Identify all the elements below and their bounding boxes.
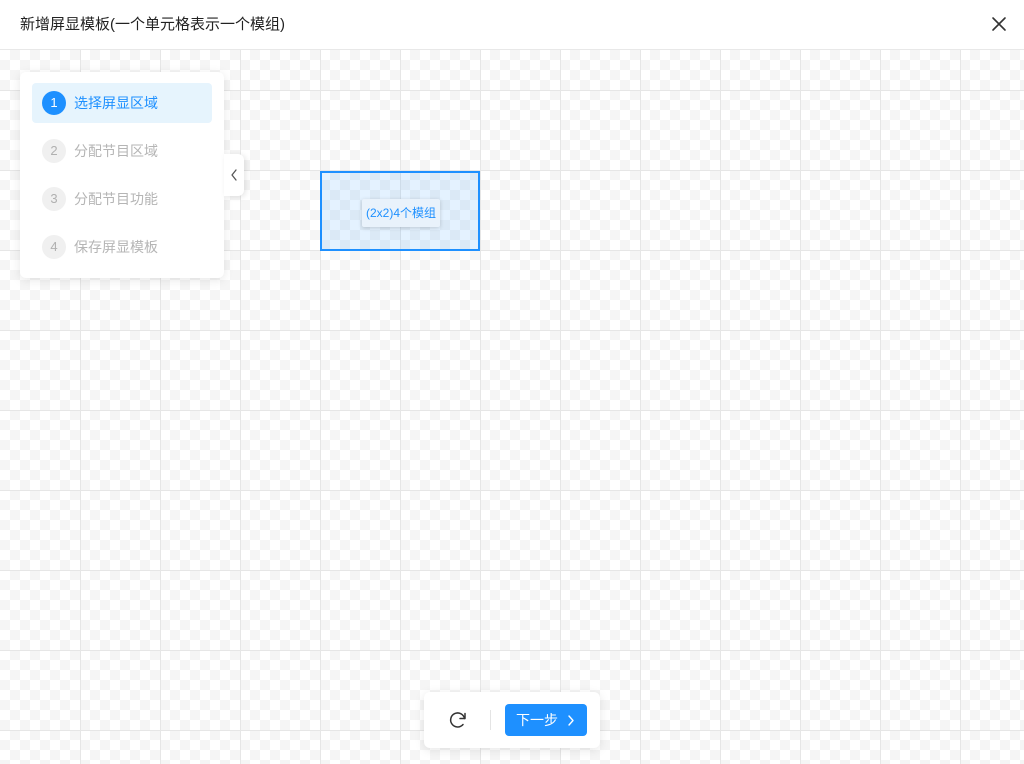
next-step-button[interactable]: 下一步 — [505, 704, 587, 736]
module-grid-canvas[interactable]: (2x2)4个模组 1 选择屏显区域 2 分配节目区域 3 分配节目功能 4 保… — [0, 50, 1024, 764]
step-number: 1 — [42, 91, 66, 115]
steps-panel: 1 选择屏显区域 2 分配节目区域 3 分配节目功能 4 保存屏显模板 — [20, 72, 224, 278]
step-label: 分配节目区域 — [74, 143, 158, 159]
reset-button[interactable] — [446, 708, 470, 732]
dialog-header: 新增屏显模板(一个单元格表示一个模组) — [0, 0, 1024, 50]
next-step-label: 下一步 — [516, 712, 558, 728]
step-assign-program-function[interactable]: 3 分配节目功能 — [32, 179, 212, 219]
toolbar-divider — [490, 710, 491, 730]
step-number: 4 — [42, 235, 66, 259]
step-number: 3 — [42, 187, 66, 211]
step-label: 选择屏显区域 — [74, 95, 158, 111]
step-label: 分配节目功能 — [74, 191, 158, 207]
refresh-icon — [449, 712, 466, 728]
template-dialog: 新增屏显模板(一个单元格表示一个模组) (2x2)4个模组 1 选择屏显区域 2… — [0, 0, 1024, 764]
collapse-steps-button[interactable] — [224, 154, 244, 196]
step-number: 2 — [42, 139, 66, 163]
step-assign-program-area[interactable]: 2 分配节目区域 — [32, 131, 212, 171]
dialog-title: 新增屏显模板(一个单元格表示一个模组) — [20, 16, 285, 33]
step-select-area[interactable]: 1 选择屏显区域 — [32, 83, 212, 123]
step-save-template[interactable]: 4 保存屏显模板 — [32, 227, 212, 267]
selected-area[interactable]: (2x2)4个模组 — [320, 171, 480, 251]
chevron-left-icon — [231, 169, 237, 181]
step-label: 保存屏显模板 — [74, 239, 158, 255]
close-button[interactable] — [988, 13, 1010, 35]
bottom-toolbar: 下一步 — [424, 692, 600, 748]
chevron-right-icon — [568, 715, 574, 726]
close-icon — [992, 17, 1006, 31]
selection-size-label: (2x2)4个模组 — [362, 199, 440, 227]
